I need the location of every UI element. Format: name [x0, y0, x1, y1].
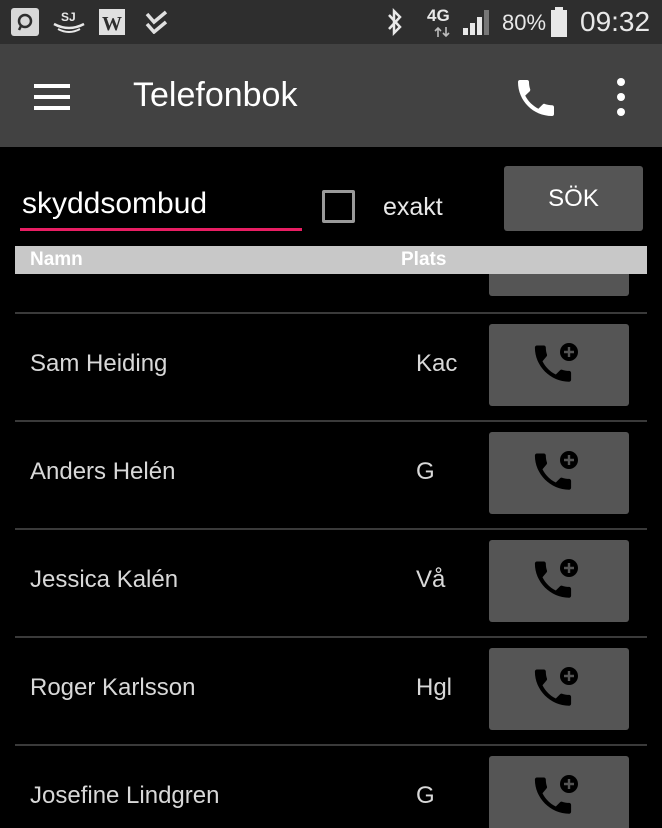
contact-name: Anders Helén: [30, 458, 176, 485]
contact-place: G: [416, 458, 435, 485]
call-button-partial[interactable]: [489, 274, 629, 296]
check-app-icon: [145, 10, 168, 34]
search-input-underline: [20, 228, 302, 231]
network-type: 4G: [427, 6, 450, 25]
search-button[interactable]: SÖK: [504, 166, 643, 231]
add-call-button[interactable]: [489, 756, 629, 828]
signal-strength-icon: [463, 10, 489, 35]
menu-icon[interactable]: [34, 84, 70, 110]
contact-name: Roger Karlsson: [30, 674, 196, 701]
column-header-name: Namn: [30, 249, 83, 270]
app-bar: Telefonbok: [0, 44, 662, 147]
clock: 09:32: [580, 6, 651, 37]
list-item[interactable]: Josefine Lindgren G: [15, 744, 647, 828]
column-header-place: Plats: [401, 249, 447, 270]
contact-place: Vå: [416, 566, 446, 593]
battery-percent: 80%: [502, 10, 547, 35]
contact-name: Josefine Lindgren: [30, 782, 220, 809]
sj-logo-icon: SJ: [53, 10, 85, 33]
phone-plus-icon: [534, 775, 578, 814]
contact-list[interactable]: Namn Plats Sam Heiding Kac Anders Helén …: [0, 246, 662, 828]
more-vert-icon[interactable]: [614, 78, 628, 118]
contact-place: Kac: [416, 350, 458, 377]
app-notification-icon: [11, 8, 39, 36]
phone-plus-icon: [534, 343, 578, 382]
battery-icon: [551, 7, 567, 37]
page-title: Telefonbok: [133, 76, 298, 114]
add-call-button[interactable]: [489, 648, 629, 730]
w-app-icon: W: [99, 9, 125, 35]
phone-plus-icon: [534, 559, 578, 598]
svg-text:SJ: SJ: [61, 10, 76, 24]
add-call-button[interactable]: [489, 540, 629, 622]
contact-name: Jessica Kalén: [30, 566, 179, 593]
exact-checkbox[interactable]: [322, 190, 355, 223]
phone-icon[interactable]: [512, 74, 560, 122]
list-item[interactable]: Jessica Kalén Vå: [15, 528, 647, 636]
search-input[interactable]: [22, 180, 300, 228]
add-call-button[interactable]: [489, 324, 629, 406]
exact-label: exakt: [383, 193, 443, 221]
contact-name: Sam Heiding: [30, 350, 168, 377]
data-activity-icon: [434, 26, 450, 38]
bluetooth-icon: [388, 8, 402, 36]
phone-plus-icon: [534, 667, 578, 706]
add-call-button[interactable]: [489, 432, 629, 514]
contact-place: G: [416, 782, 435, 809]
status-bar: SJ W 4G 80% 09:32: [0, 0, 662, 44]
list-item[interactable]: Anders Helén G: [15, 420, 647, 528]
list-item[interactable]: Sam Heiding Kac: [15, 312, 647, 420]
svg-text:W: W: [102, 13, 122, 35]
list-header: Namn Plats: [15, 246, 647, 274]
contact-place: Hgl: [416, 674, 453, 701]
list-item[interactable]: Roger Karlsson Hgl: [15, 636, 647, 744]
phone-plus-icon: [534, 451, 578, 490]
